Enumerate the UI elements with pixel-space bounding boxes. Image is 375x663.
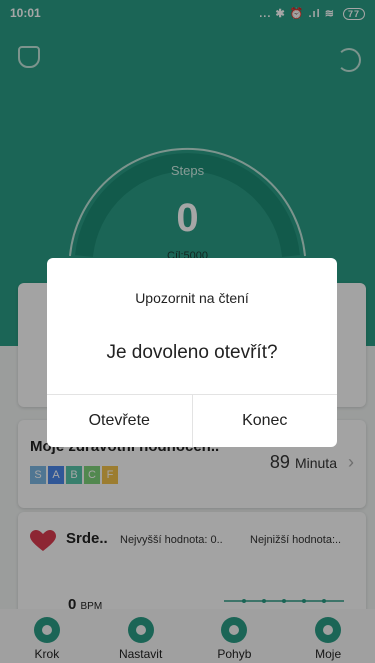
permission-dialog: Upozornit na čtení Je dovoleno otevřít? … [47,258,337,447]
open-button[interactable]: Otevřete [47,395,192,447]
dialog-message: Je dovoleno otevřít? [106,342,278,363]
dialog-actions: Otevřete Konec [47,394,337,447]
dialog-title: Upozornit na čtení [135,290,249,306]
exit-button[interactable]: Konec [191,395,338,447]
